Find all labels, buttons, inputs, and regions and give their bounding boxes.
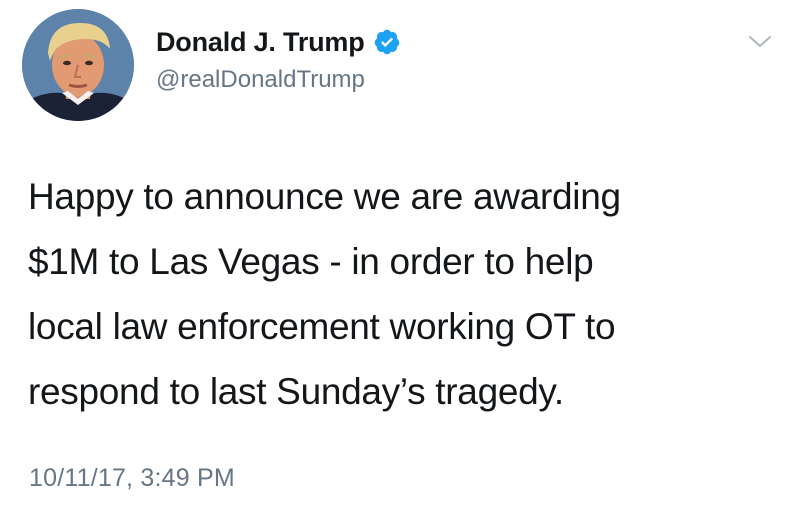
tweet-text-line: respond to last Sunday’s tragedy. (28, 371, 564, 412)
verified-badge-icon (373, 28, 401, 56)
tweet-timestamp[interactable]: 10/11/17, 3:49 PM (29, 464, 235, 493)
tweet-text-line: Happy to announce we are awarding (28, 176, 621, 217)
author-name-row: Donald J. Trump (156, 24, 401, 60)
author-display-name[interactable]: Donald J. Trump (156, 27, 365, 58)
tweet-card: Donald J. Trump @realDonaldTrump Happy t… (0, 0, 800, 517)
avatar-photo-icon (22, 9, 134, 121)
author-info: Donald J. Trump @realDonaldTrump (156, 24, 401, 94)
tweet-text-line: local law enforcement working OT to (28, 306, 616, 347)
chevron-down-icon[interactable] (748, 34, 772, 50)
author-handle[interactable]: @realDonaldTrump (156, 66, 401, 94)
author-avatar[interactable] (22, 9, 134, 121)
tweet-text: Happy to announce we are awarding $1M to… (28, 164, 788, 424)
tweet-text-line: $1M to Las Vegas - in order to help (28, 241, 594, 282)
